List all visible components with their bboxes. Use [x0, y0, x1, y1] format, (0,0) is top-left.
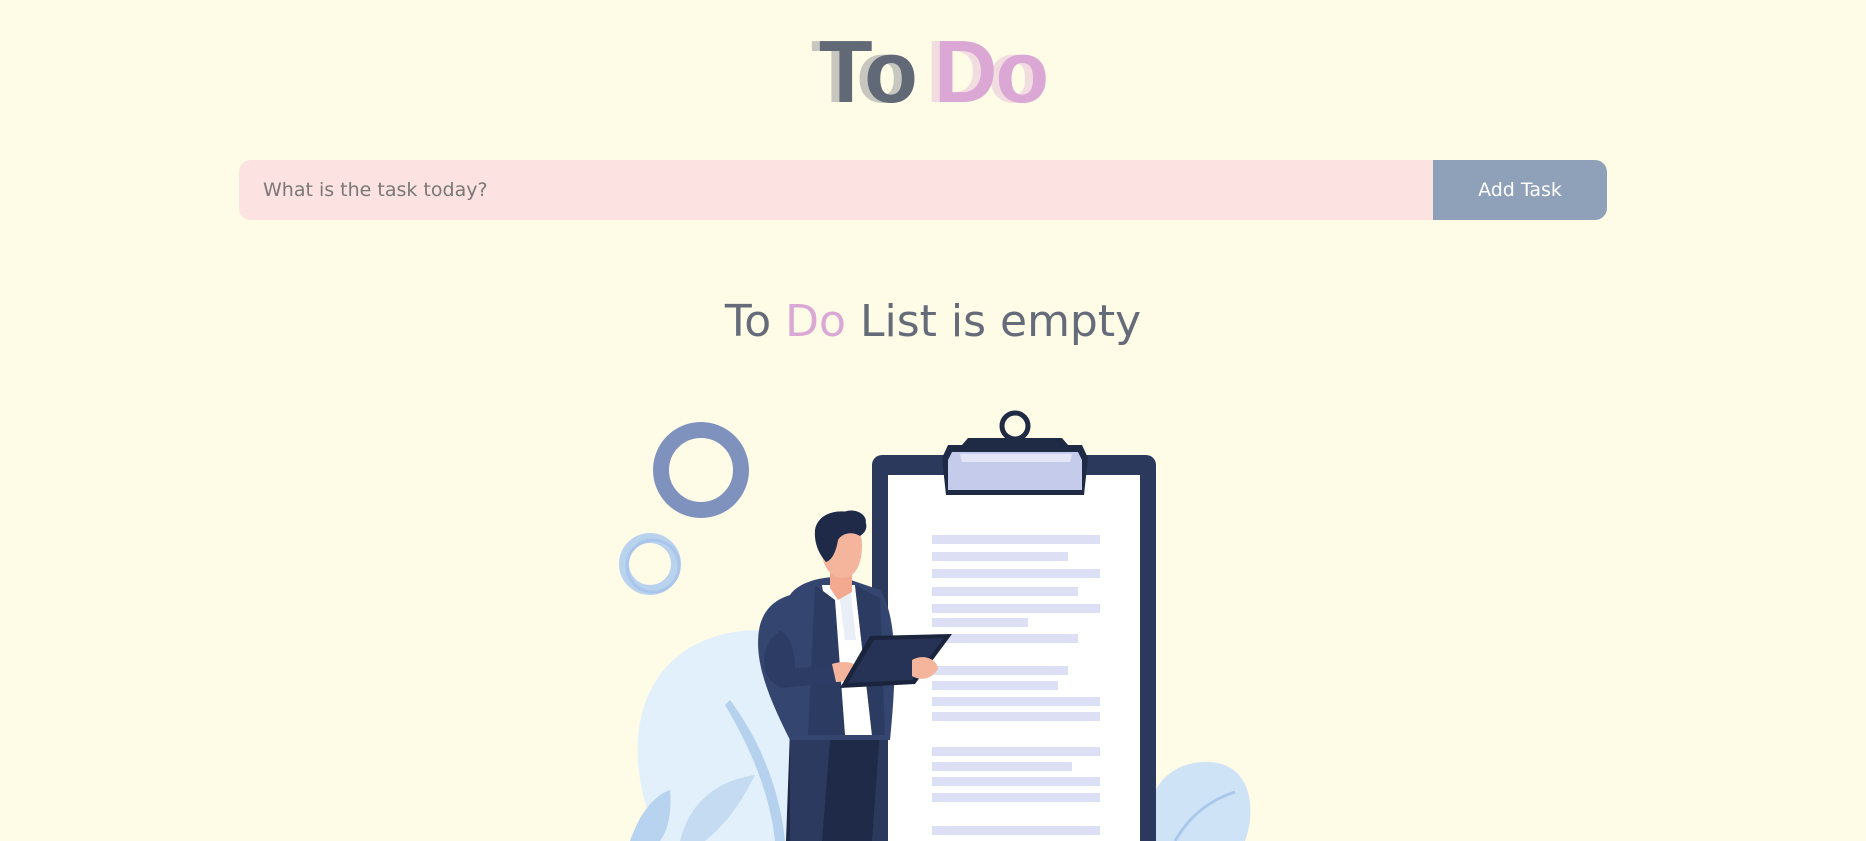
task-form: Add Task [239, 160, 1607, 220]
empty-message-do: Do [785, 296, 846, 347]
add-task-button[interactable]: Add Task [1433, 160, 1607, 220]
page-title: To Do [0, 22, 1866, 122]
title-do: Do [933, 22, 1049, 121]
task-input[interactable] [239, 160, 1433, 220]
empty-list-message: To Do List is empty [0, 292, 1866, 352]
empty-message-rest: List is empty [859, 296, 1142, 347]
app-page: ToDo Add Task To Do List is empty [0, 0, 1866, 841]
title-to: To [818, 22, 918, 121]
empty-message-to: To [724, 296, 772, 347]
clipboard [872, 410, 1156, 841]
empty-clipboard-illustration [619, 410, 1251, 841]
large-ring [653, 422, 749, 518]
